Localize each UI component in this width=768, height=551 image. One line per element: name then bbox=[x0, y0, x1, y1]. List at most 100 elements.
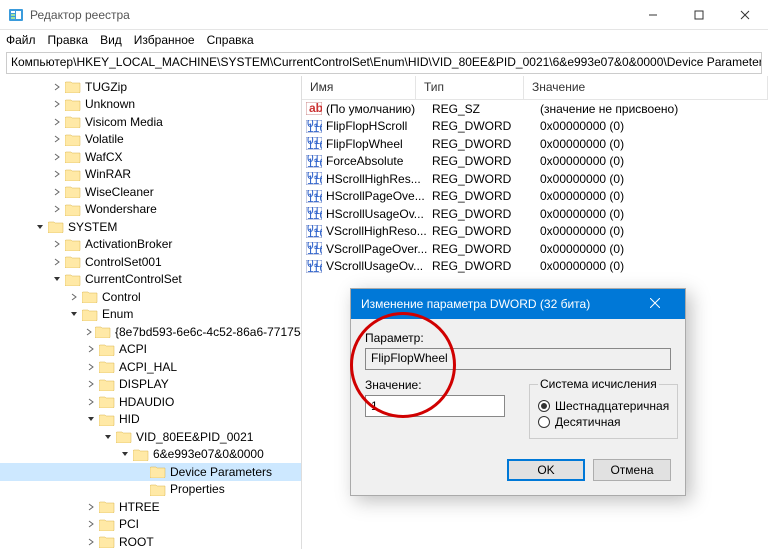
tree-item[interactable]: Enum bbox=[0, 306, 301, 324]
col-header-type[interactable]: Тип bbox=[416, 76, 524, 99]
tree-twisty[interactable] bbox=[51, 118, 63, 126]
tree-item[interactable]: WiseCleaner bbox=[0, 183, 301, 201]
tree-item[interactable]: {8e7bd593-6e6c-4c52-86a6-7717549 bbox=[0, 323, 301, 341]
menu-edit[interactable]: Правка bbox=[48, 33, 89, 47]
tree-item[interactable]: ROOT bbox=[0, 533, 301, 549]
tree-twisty[interactable] bbox=[85, 328, 93, 336]
radio-hex[interactable] bbox=[538, 400, 550, 412]
close-button[interactable] bbox=[722, 0, 768, 29]
tree-item[interactable]: Visicom Media bbox=[0, 113, 301, 131]
col-header-value[interactable]: Значение bbox=[524, 76, 768, 99]
ok-button[interactable]: OK bbox=[507, 459, 585, 481]
tree-item[interactable]: 6&e993e07&0&0000 bbox=[0, 446, 301, 464]
value-row[interactable]: 011110HScrollHighRes...REG_DWORD0x000000… bbox=[302, 170, 768, 188]
value-row[interactable]: 011110FlipFlopWheelREG_DWORD0x00000000 (… bbox=[302, 135, 768, 153]
radio-dec-label[interactable]: Десятичная bbox=[555, 415, 621, 429]
tree-twisty[interactable] bbox=[51, 100, 63, 108]
tree-twisty[interactable] bbox=[51, 135, 63, 143]
dialog-close-button[interactable] bbox=[635, 297, 675, 311]
value-row[interactable]: 011110VScrollPageOver...REG_DWORD0x00000… bbox=[302, 240, 768, 258]
tree-twisty[interactable] bbox=[51, 188, 63, 196]
value-row[interactable]: ab(По умолчанию)REG_SZ(значение не присв… bbox=[302, 100, 768, 118]
tree-item[interactable]: ACPI_HAL bbox=[0, 358, 301, 376]
tree-item[interactable]: Volatile bbox=[0, 131, 301, 149]
tree-item[interactable]: DISPLAY bbox=[0, 376, 301, 394]
svg-text:110: 110 bbox=[307, 138, 322, 150]
tree-item[interactable]: HID bbox=[0, 411, 301, 429]
tree-item[interactable]: Control bbox=[0, 288, 301, 306]
tree-item[interactable]: Device Parameters bbox=[0, 463, 301, 481]
tree-twisty[interactable] bbox=[85, 503, 97, 511]
menu-file[interactable]: Файл bbox=[6, 33, 36, 47]
dialog-titlebar[interactable]: Изменение параметра DWORD (32 бита) bbox=[351, 289, 685, 319]
tree-item[interactable]: SYSTEM bbox=[0, 218, 301, 236]
value-row[interactable]: 011110VScrollUsageOv...REG_DWORD0x000000… bbox=[302, 258, 768, 276]
radio-dec[interactable] bbox=[538, 416, 550, 428]
tree-twisty[interactable] bbox=[51, 240, 63, 248]
tree-twisty[interactable] bbox=[51, 153, 63, 161]
maximize-button[interactable] bbox=[676, 0, 722, 29]
value-name: ForceAbsolute bbox=[326, 154, 432, 168]
tree-twisty[interactable] bbox=[34, 223, 46, 231]
tree-item[interactable]: WafCX bbox=[0, 148, 301, 166]
col-header-name[interactable]: Имя bbox=[302, 76, 416, 99]
menu-view[interactable]: Вид bbox=[100, 33, 122, 47]
tree-item[interactable]: ActivationBroker bbox=[0, 236, 301, 254]
value-name: HScrollPageOve... bbox=[326, 189, 432, 203]
tree-item[interactable]: Unknown bbox=[0, 96, 301, 114]
value-input[interactable] bbox=[365, 395, 505, 417]
value-row[interactable]: 011110HScrollPageOve...REG_DWORD0x000000… bbox=[302, 188, 768, 206]
menu-help[interactable]: Справка bbox=[207, 33, 254, 47]
tree-twisty[interactable] bbox=[51, 205, 63, 213]
tree-twisty[interactable] bbox=[51, 170, 63, 178]
svg-text:110: 110 bbox=[307, 156, 322, 168]
tree-label: CurrentControlSet bbox=[85, 272, 182, 286]
tree-twisty[interactable] bbox=[85, 415, 97, 423]
tree-label: {8e7bd593-6e6c-4c52-86a6-7717549 bbox=[115, 325, 302, 339]
tree-twisty[interactable] bbox=[85, 345, 97, 353]
tree-item[interactable]: Wondershare bbox=[0, 201, 301, 219]
tree-item[interactable]: ControlSet001 bbox=[0, 253, 301, 271]
cancel-button[interactable]: Отмена bbox=[593, 459, 671, 481]
tree-twisty[interactable] bbox=[51, 83, 63, 91]
value-name: VScrollHighReso... bbox=[326, 224, 432, 238]
tree-item[interactable]: ACPI bbox=[0, 341, 301, 359]
value-data: 0x00000000 (0) bbox=[540, 137, 768, 151]
tree-twisty[interactable] bbox=[68, 293, 80, 301]
tree-label: Control bbox=[102, 290, 141, 304]
tree-item[interactable]: CurrentControlSet bbox=[0, 271, 301, 289]
tree-item[interactable]: PCI bbox=[0, 516, 301, 534]
menu-favorites[interactable]: Избранное bbox=[134, 33, 195, 47]
tree-item[interactable]: Properties bbox=[0, 481, 301, 499]
minimize-button[interactable] bbox=[630, 0, 676, 29]
tree-twisty[interactable] bbox=[51, 258, 63, 266]
tree-item[interactable]: WinRAR bbox=[0, 166, 301, 184]
tree-twisty[interactable] bbox=[102, 433, 114, 441]
value-name: HScrollHighRes... bbox=[326, 172, 432, 186]
param-label: Параметр: bbox=[365, 331, 671, 345]
tree-twisty[interactable] bbox=[85, 538, 97, 546]
value-row[interactable]: 011110FlipFlopHScrollREG_DWORD0x00000000… bbox=[302, 118, 768, 136]
radio-hex-label[interactable]: Шестнадцатеричная bbox=[555, 399, 669, 413]
values-header: Имя Тип Значение bbox=[302, 76, 768, 100]
tree-twisty[interactable] bbox=[119, 450, 131, 458]
tree-item[interactable]: TUGZip bbox=[0, 78, 301, 96]
value-row[interactable]: 011110ForceAbsoluteREG_DWORD0x00000000 (… bbox=[302, 153, 768, 171]
value-row[interactable]: 011110HScrollUsageOv...REG_DWORD0x000000… bbox=[302, 205, 768, 223]
tree-twisty[interactable] bbox=[85, 398, 97, 406]
tree-label: WinRAR bbox=[85, 167, 131, 181]
tree-twisty[interactable] bbox=[51, 275, 63, 283]
tree-item[interactable]: VID_80EE&PID_0021 bbox=[0, 428, 301, 446]
tree-item[interactable]: HTREE bbox=[0, 498, 301, 516]
svg-text:110: 110 bbox=[307, 121, 322, 133]
tree-panel[interactable]: TUGZipUnknownVisicom MediaVolatileWafCXW… bbox=[0, 76, 302, 549]
tree-twisty[interactable] bbox=[85, 520, 97, 528]
tree-twisty[interactable] bbox=[85, 363, 97, 371]
address-bar[interactable]: Компьютер\HKEY_LOCAL_MACHINE\SYSTEM\Curr… bbox=[6, 52, 762, 74]
value-row[interactable]: 011110VScrollHighReso...REG_DWORD0x00000… bbox=[302, 223, 768, 241]
tree-twisty[interactable] bbox=[68, 310, 80, 318]
dialog-title: Изменение параметра DWORD (32 бита) bbox=[361, 297, 635, 311]
tree-item[interactable]: HDAUDIO bbox=[0, 393, 301, 411]
titlebar: Редактор реестра bbox=[0, 0, 768, 30]
tree-twisty[interactable] bbox=[85, 380, 97, 388]
